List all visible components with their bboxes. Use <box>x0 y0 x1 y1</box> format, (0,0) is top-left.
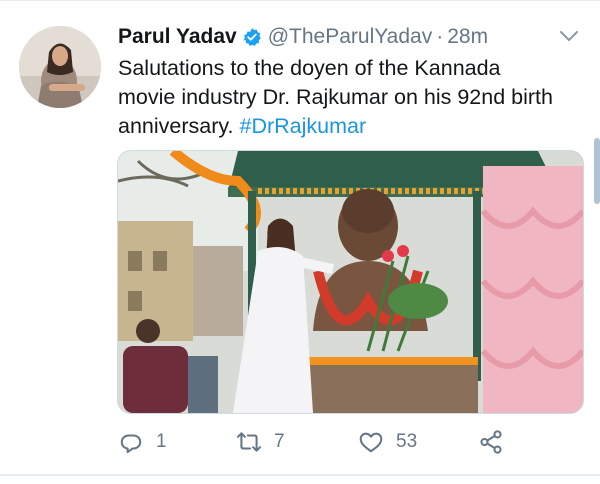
tweet-media-photo[interactable] <box>117 150 584 414</box>
photo-image <box>118 151 583 413</box>
bottom-divider <box>0 474 600 476</box>
tweet-header: Parul Yadav @TheParulYadav · 28m <box>118 22 488 52</box>
scroll-indicator[interactable] <box>594 138 600 204</box>
like-icon <box>359 432 383 453</box>
tweet-text-line: Salutations to the doyen of the Kannada <box>118 56 501 80</box>
share-button[interactable] <box>478 425 504 459</box>
retweet-button[interactable]: 7 <box>236 425 285 459</box>
reply-icon <box>120 434 142 454</box>
reply-count: 1 <box>156 431 167 452</box>
avatar-image <box>19 26 101 108</box>
share-icon <box>480 430 502 454</box>
reply-button[interactable]: 1 <box>118 425 167 459</box>
chevron-down-icon[interactable] <box>558 28 580 44</box>
like-button[interactable]: 53 <box>358 425 417 459</box>
top-divider <box>0 0 600 1</box>
tweet-time[interactable]: 28m <box>447 25 488 49</box>
author-avatar[interactable] <box>19 26 101 108</box>
author-name[interactable]: Parul Yadav <box>118 25 237 49</box>
tweet-text-line: movie industry Dr. Rajkumar on his 92nd … <box>118 85 553 109</box>
verified-icon <box>243 28 261 46</box>
tweet-actions: 1 7 53 <box>118 425 588 459</box>
tweet-text-line-last: anniversary. #DrRajkumar <box>118 112 588 141</box>
retweet-count: 7 <box>274 431 285 452</box>
separator-dot: · <box>436 25 444 48</box>
author-handle[interactable]: @TheParulYadav <box>268 25 433 49</box>
retweet-icon <box>236 432 262 452</box>
like-count: 53 <box>396 431 418 452</box>
hashtag-link[interactable]: #DrRajkumar <box>239 114 366 138</box>
tweet-text: Salutations to the doyen of the Kannada … <box>118 54 588 141</box>
tweet-text-line: anniversary. <box>118 114 240 138</box>
